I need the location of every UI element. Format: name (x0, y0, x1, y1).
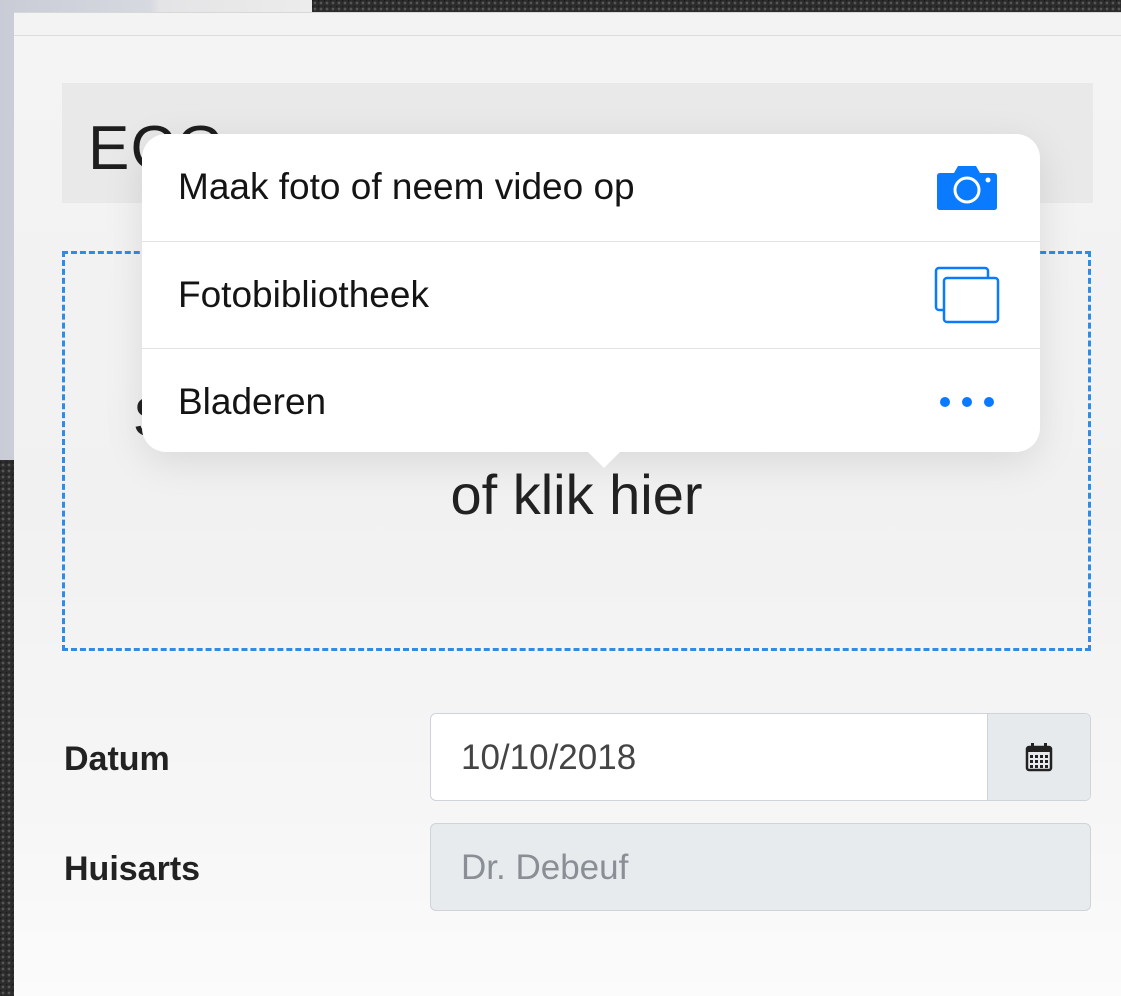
camera-icon (934, 157, 1000, 217)
menu-item-photo-library[interactable]: Fotobibliotheek (142, 241, 1040, 348)
menu-item-label: Maak foto of neem video op (178, 166, 635, 207)
upload-source-popover: Maak foto of neem video op Fotobibliothe… (142, 134, 1040, 452)
sheet-top-bar (14, 13, 1121, 36)
doctor-value: Dr. Debeuf (461, 848, 629, 887)
menu-item-browse[interactable]: Bladeren (142, 348, 1040, 452)
date-value: 10/10/2018 (461, 738, 637, 777)
date-label: Datum (64, 740, 170, 778)
calendar-button[interactable] (987, 714, 1090, 800)
photo-library-icon (934, 265, 1000, 325)
doctor-label: Huisarts (64, 850, 201, 888)
menu-item-label: Fotobibliotheek (178, 274, 429, 315)
menu-item-take-photo[interactable]: Maak foto of neem video op (142, 134, 1040, 240)
more-dots-icon (934, 372, 1000, 432)
date-field[interactable]: 10/10/2018 (430, 713, 1091, 801)
doctor-field[interactable]: Dr. Debeuf (430, 823, 1091, 911)
menu-item-label: Bladeren (178, 381, 327, 422)
dropzone-text-line2: of klik hier (450, 463, 703, 526)
calendar-icon (1025, 743, 1053, 772)
